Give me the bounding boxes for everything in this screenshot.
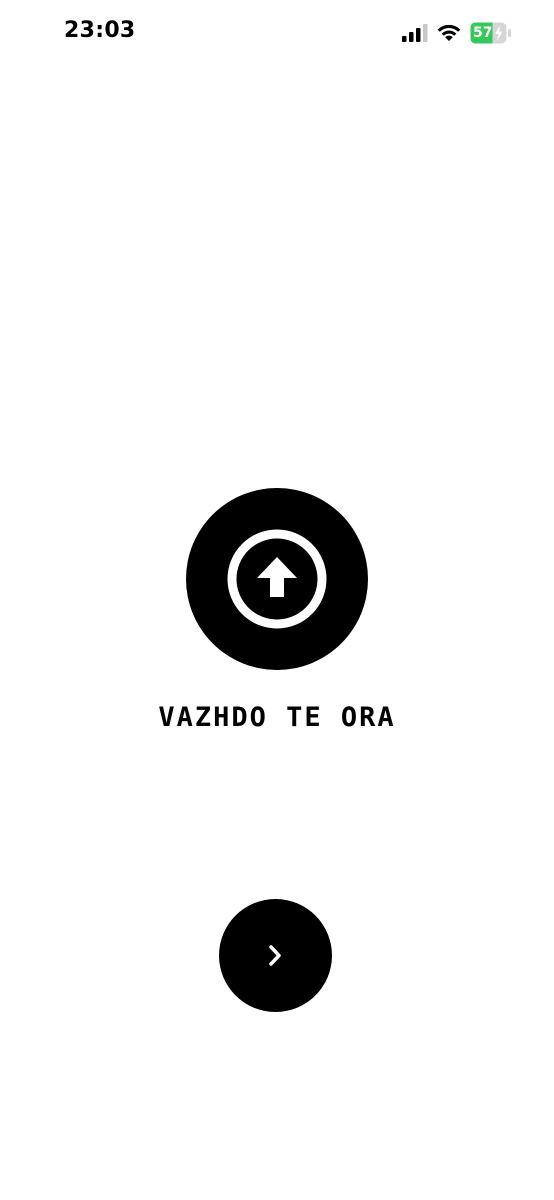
wifi-icon xyxy=(437,24,461,41)
signal-icon xyxy=(402,24,428,42)
battery-indicator: 57 xyxy=(470,22,512,44)
status-time: 23:03 xyxy=(64,18,136,43)
next-button[interactable] xyxy=(219,899,332,1012)
screen: 23:03 57 VAZHDO TE ORA xyxy=(0,0,554,1200)
chevron-right-icon xyxy=(269,945,281,966)
upload-circle[interactable] xyxy=(186,488,368,670)
status-icons: 57 xyxy=(402,20,512,46)
page-title: VAZHDO TE ORA xyxy=(158,702,396,733)
arrow-up-circle-icon xyxy=(227,529,327,629)
battery-level: 57 xyxy=(473,25,493,41)
